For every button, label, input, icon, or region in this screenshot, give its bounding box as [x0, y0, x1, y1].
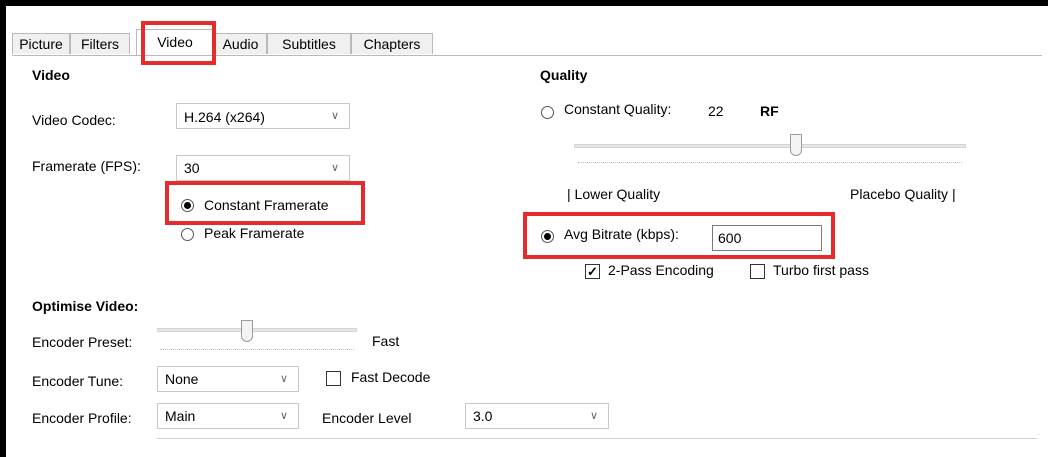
fast-decode-checkbox[interactable]	[326, 371, 341, 386]
two-pass-checkbox[interactable]: ✓	[585, 264, 600, 279]
placebo-quality-label: Placebo Quality |	[850, 186, 956, 202]
chevron-down-icon: ∨	[330, 162, 340, 174]
encoder-preset-slider-track[interactable]	[157, 328, 357, 332]
constant-framerate-label: Constant Framerate	[204, 197, 329, 213]
tab-subtitles[interactable]: Subtitles	[267, 33, 351, 54]
encoder-level-value: 3.0	[473, 408, 493, 424]
peak-framerate-label: Peak Framerate	[204, 225, 305, 241]
rf-value: 22	[708, 103, 724, 119]
encoder-profile-label: Encoder Profile:	[32, 410, 132, 426]
encoder-level-select[interactable]: 3.0 ∨	[465, 403, 609, 429]
optimise-section-title: Optimise Video:	[32, 298, 139, 314]
encoder-preset-label: Encoder Preset:	[32, 334, 133, 350]
encoder-profile-value: Main	[165, 408, 196, 424]
framerate-label: Framerate (FPS):	[32, 158, 141, 174]
quality-section-title: Quality	[540, 67, 588, 83]
video-codec-value: H.264 (x264)	[184, 109, 265, 125]
quality-slider-track[interactable]	[574, 144, 966, 148]
video-codec-label: Video Codec:	[32, 112, 116, 128]
framerate-value: 30	[184, 160, 200, 176]
lower-quality-label: | Lower Quality	[567, 186, 661, 202]
tab-video[interactable]: Video	[136, 29, 214, 55]
chevron-down-icon: ∨	[589, 410, 599, 422]
quality-slider-ticks	[578, 158, 962, 163]
tab-chapters[interactable]: Chapters	[351, 33, 433, 54]
encoder-tune-select[interactable]: None ∨	[157, 366, 299, 392]
encoder-tune-label: Encoder Tune:	[32, 373, 124, 389]
peak-framerate-radio[interactable]	[181, 228, 194, 241]
tab-filters[interactable]: Filters	[70, 33, 130, 54]
fast-decode-label: Fast Decode	[351, 369, 431, 385]
constant-quality-radio[interactable]	[541, 106, 554, 119]
encoder-preset-slider-thumb[interactable]	[241, 320, 253, 342]
encoder-profile-select[interactable]: Main ∨	[157, 403, 299, 429]
avg-bitrate-input[interactable]: 600	[712, 225, 822, 251]
turbo-first-pass-checkbox[interactable]	[750, 264, 765, 279]
tab-strip: Picture Filters Video Audio Subtitles Ch…	[12, 29, 1042, 56]
encoder-tune-value: None	[165, 371, 199, 387]
encoder-level-label: Encoder Level	[322, 410, 412, 426]
divider	[157, 438, 1037, 439]
two-pass-label: 2-Pass Encoding	[608, 262, 714, 278]
encoder-preset-value: Fast	[372, 333, 400, 349]
rf-unit: RF	[760, 103, 779, 119]
quality-slider-thumb[interactable]	[790, 134, 802, 156]
avg-bitrate-radio[interactable]	[541, 230, 554, 243]
constant-quality-label: Constant Quality:	[564, 101, 672, 117]
framerate-select[interactable]: 30 ∨	[176, 155, 350, 181]
video-codec-select[interactable]: H.264 (x264) ∨	[176, 103, 350, 129]
encoder-preset-slider-ticks	[160, 345, 354, 350]
tab-picture[interactable]: Picture	[12, 33, 70, 54]
video-section-title: Video	[32, 67, 70, 83]
tab-audio[interactable]: Audio	[214, 33, 267, 54]
constant-framerate-radio[interactable]	[181, 199, 194, 212]
chevron-down-icon: ∨	[279, 410, 289, 422]
turbo-first-pass-label: Turbo first pass	[773, 262, 869, 278]
avg-bitrate-label: Avg Bitrate (kbps):	[564, 226, 679, 242]
chevron-down-icon: ∨	[279, 373, 289, 385]
chevron-down-icon: ∨	[330, 110, 340, 122]
